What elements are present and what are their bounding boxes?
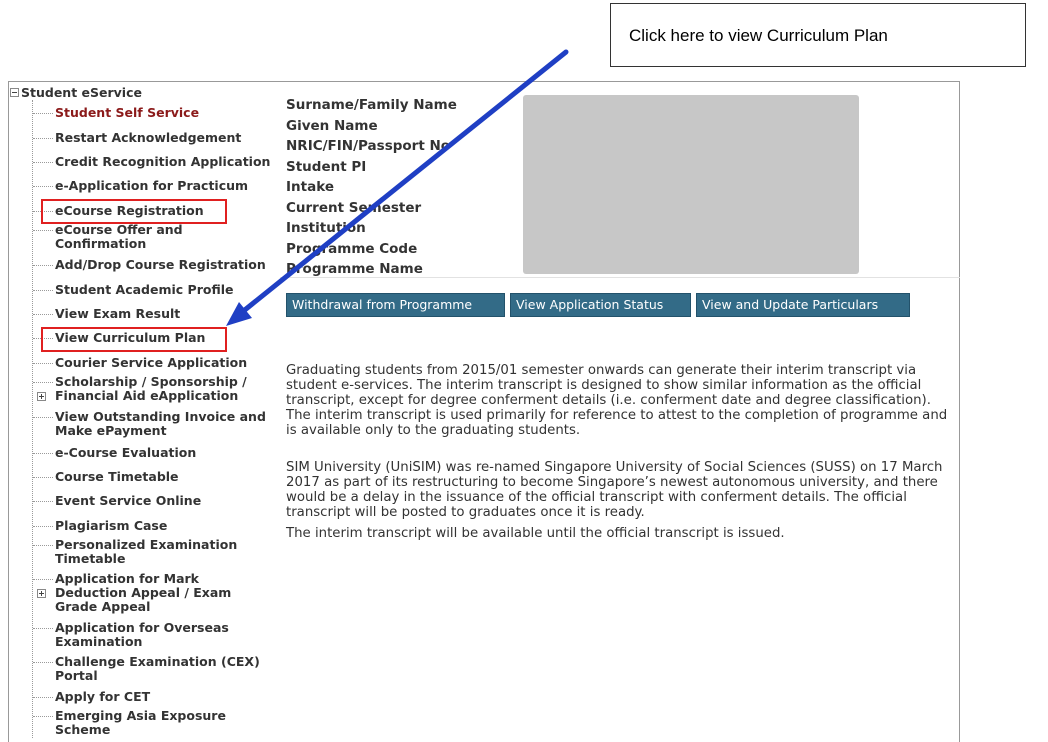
ecourse-registration-highlight (41, 199, 227, 224)
tree-connector-line (32, 100, 33, 738)
redacted-profile-values (523, 95, 859, 274)
tree-root-student-eservice[interactable]: Student eService (10, 85, 142, 100)
sidebar-item-challenge-examination[interactable]: Challenge Examination (CEX) Portal (33, 655, 265, 683)
label-current-semester: Current Semester (286, 199, 422, 216)
expand-scholarship-icon[interactable] (37, 392, 46, 401)
label-institution: Institution (286, 220, 366, 236)
sidebar-item-overseas-examination[interactable]: Application for Overseas Examination (33, 621, 255, 649)
notice-suss-rename: SIM University (UniSIM) was re-named Sin… (286, 460, 943, 520)
sidebar-item-personalized-timetable[interactable]: Personalized Examination Timetable (33, 538, 255, 566)
label-given-name: Given Name (286, 117, 378, 134)
curriculum-plan-callout: Click here to view Curriculum Plan (610, 3, 1026, 67)
collapse-icon[interactable] (10, 88, 19, 97)
sidebar-item-ecourse-offer[interactable]: eCourse Offer and Confirmation (33, 223, 215, 251)
sidebar-item-event-service[interactable]: Event Service Online (32, 494, 201, 508)
label-student-pi: Student PI (286, 158, 367, 175)
view-update-particulars-button[interactable]: View and Update Particulars (696, 293, 910, 317)
sidebar-item-restart-acknowledgement[interactable]: Restart Acknowledgement (32, 131, 241, 145)
sidebar-item-course-timetable[interactable]: Course Timetable (33, 470, 179, 484)
notice-availability: The interim transcript will be available… (286, 526, 785, 541)
label-nric: NRIC/FIN/Passport No (286, 138, 451, 154)
label-intake: Intake (286, 179, 334, 195)
sidebar-item-mark-deduction-appeal[interactable]: Application for Mark Deduction Appeal / … (33, 572, 255, 614)
sidebar-item-courier-service[interactable]: Courier Service Application (32, 356, 247, 370)
sidebar-item-plagiarism-case[interactable]: Plagiarism Case (32, 519, 167, 533)
label-surname: Surname/Family Name (286, 97, 457, 113)
profile-labels: Surname/Family Name Given Name NRIC/FIN/… (286, 95, 457, 280)
sidebar-item-add-drop[interactable]: Add/Drop Course Registration (33, 258, 266, 272)
notice-interim-transcript: Graduating students from 2015/01 semeste… (286, 363, 948, 438)
sidebar-item-emerging-asia[interactable]: Emerging Asia Exposure Scheme (33, 709, 255, 737)
sidebar-item-practicum[interactable]: e-Application for Practicum (32, 179, 248, 193)
label-programme-code: Programme Code (286, 240, 418, 257)
curriculum-plan-highlight (41, 327, 227, 352)
withdrawal-button[interactable]: Withdrawal from Programme (286, 293, 505, 317)
sidebar-item-apply-cet[interactable]: Apply for CET (32, 690, 150, 704)
sidebar-item-outstanding-invoice[interactable]: View Outstanding Invoice and Make ePayme… (33, 410, 277, 438)
sidebar-item-scholarship[interactable]: Scholarship / Sponsorship / Financial Ai… (33, 375, 273, 403)
sidebar-item-student-self-service[interactable]: Student Self Service (32, 106, 199, 120)
sidebar-item-credit-recognition[interactable]: Credit Recognition Application (32, 155, 270, 169)
view-application-status-button[interactable]: View Application Status (510, 293, 691, 317)
tree-root-label: Student eService (21, 85, 142, 100)
expand-appeal-icon[interactable] (37, 589, 46, 598)
sidebar-item-exam-result[interactable]: View Exam Result (32, 307, 180, 321)
sidebar-item-ecourse-evaluation[interactable]: e-Course Evaluation (32, 446, 196, 460)
sidebar-item-academic-profile[interactable]: Student Academic Profile (33, 283, 234, 297)
section-divider (280, 277, 960, 278)
